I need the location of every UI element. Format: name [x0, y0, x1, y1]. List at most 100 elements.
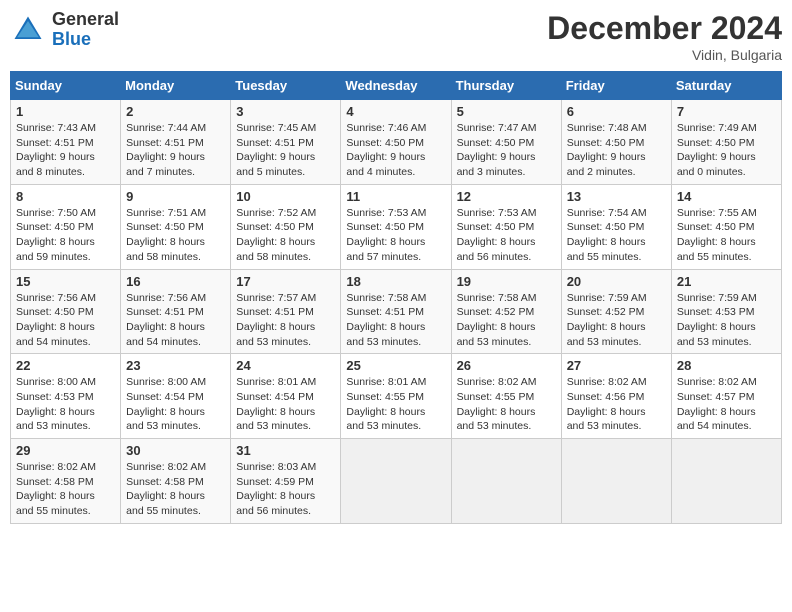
calendar-cell: 29Sunrise: 8:02 AMSunset: 4:58 PMDayligh… — [11, 439, 121, 524]
calendar-cell: 2Sunrise: 7:44 AMSunset: 4:51 PMDaylight… — [121, 100, 231, 185]
day-number: 26 — [457, 358, 556, 373]
calendar-cell: 6 Sunrise: 7:48 AMSunset: 4:50 PMDaylight… — [561, 100, 671, 185]
day-number: 17 — [236, 274, 335, 289]
day-number: 7 — [677, 104, 776, 119]
header-friday: Friday — [561, 72, 671, 100]
day-detail: Sunrise: 7:58 AMSunset: 4:52 PMDaylight:… — [457, 291, 556, 350]
day-number: 31 — [236, 443, 335, 458]
calendar-header-row: SundayMondayTuesdayWednesdayThursdayFrid… — [11, 72, 782, 100]
day-number: 11 — [346, 189, 445, 204]
title-section: December 2024 Vidin, Bulgaria — [547, 10, 782, 63]
day-detail: Sunrise: 7:56 AMSunset: 4:51 PMDaylight:… — [126, 291, 225, 350]
logo-icon — [10, 12, 46, 48]
calendar-week-1: 1 Sunrise: 7:43 AMSunset: 4:51 PMDaylight… — [11, 100, 782, 185]
day-detail: Sunrise: 8:03 AMSunset: 4:59 PMDaylight:… — [236, 460, 335, 519]
day-detail: Sunrise: 7:57 AMSunset: 4:51 PMDaylight:… — [236, 291, 335, 350]
day-number: 22 — [16, 358, 115, 373]
day-detail: Sunrise: 8:01 AMSunset: 4:54 PMDaylight:… — [236, 375, 335, 434]
day-number: 15 — [16, 274, 115, 289]
day-detail: Sunrise: 8:01 AMSunset: 4:55 PMDaylight:… — [346, 375, 445, 434]
day-detail: Sunrise: 8:02 AMSunset: 4:57 PMDaylight:… — [677, 375, 776, 434]
day-detail: Sunrise: 7:46 AMSunset: 4:50 PMDaylight:… — [346, 121, 445, 180]
calendar-cell: 14 Sunrise: 7:55 AMSunset: 4:50 PMDayligh… — [671, 184, 781, 269]
calendar-cell: 11 Sunrise: 7:53 AMSunset: 4:50 PMDayligh… — [341, 184, 451, 269]
day-number: 14 — [677, 189, 776, 204]
header-wednesday: Wednesday — [341, 72, 451, 100]
calendar-table: SundayMondayTuesdayWednesdayThursdayFrid… — [10, 71, 782, 524]
day-detail: Sunrise: 7:48 AMSunset: 4:50 PMDaylight:… — [567, 121, 666, 180]
calendar-cell: 22 Sunrise: 8:00 AMSunset: 4:53 PMDayligh… — [11, 354, 121, 439]
day-number: 21 — [677, 274, 776, 289]
day-detail: Sunrise: 7:55 AMSunset: 4:50 PMDaylight:… — [677, 206, 776, 265]
day-detail: Sunrise: 7:43 AMSunset: 4:51 PMDaylight:… — [16, 121, 115, 180]
calendar-cell: 5Sunrise: 7:47 AMSunset: 4:50 PMDaylight… — [451, 100, 561, 185]
calendar-cell — [451, 439, 561, 524]
day-detail: Sunrise: 7:53 AMSunset: 4:50 PMDaylight:… — [457, 206, 556, 265]
calendar-cell: 28 Sunrise: 8:02 AMSunset: 4:57 PMDayligh… — [671, 354, 781, 439]
day-detail: Sunrise: 7:49 AMSunset: 4:50 PMDaylight:… — [677, 121, 776, 180]
location: Vidin, Bulgaria — [547, 47, 782, 63]
calendar-week-4: 22 Sunrise: 8:00 AMSunset: 4:53 PMDayligh… — [11, 354, 782, 439]
day-detail: Sunrise: 8:00 AMSunset: 4:54 PMDaylight:… — [126, 375, 225, 434]
header-thursday: Thursday — [451, 72, 561, 100]
day-detail: Sunrise: 7:59 AMSunset: 4:53 PMDaylight:… — [677, 291, 776, 350]
calendar-cell: 26 Sunrise: 8:02 AMSunset: 4:55 PMDayligh… — [451, 354, 561, 439]
day-number: 30 — [126, 443, 225, 458]
day-number: 4 — [346, 104, 445, 119]
calendar-cell: 31 Sunrise: 8:03 AMSunset: 4:59 PMDayligh… — [231, 439, 341, 524]
day-detail: Sunrise: 7:54 AMSunset: 4:50 PMDaylight:… — [567, 206, 666, 265]
calendar-cell: 17 Sunrise: 7:57 AMSunset: 4:51 PMDayligh… — [231, 269, 341, 354]
day-detail: Sunrise: 7:50 AMSunset: 4:50 PMDaylight:… — [16, 206, 115, 265]
logo-text: General Blue — [52, 10, 119, 50]
day-detail: Sunrise: 8:02 AMSunset: 4:56 PMDaylight:… — [567, 375, 666, 434]
calendar-cell: 9 Sunrise: 7:51 AMSunset: 4:50 PMDaylight… — [121, 184, 231, 269]
calendar-cell — [671, 439, 781, 524]
day-number: 23 — [126, 358, 225, 373]
month-title: December 2024 — [547, 10, 782, 47]
day-number: 5 — [457, 104, 556, 119]
day-number: 2 — [126, 104, 225, 119]
day-detail: Sunrise: 8:00 AMSunset: 4:53 PMDaylight:… — [16, 375, 115, 434]
calendar-cell: 8 Sunrise: 7:50 AMSunset: 4:50 PMDaylight… — [11, 184, 121, 269]
calendar-cell: 20Sunrise: 7:59 AMSunset: 4:52 PMDayligh… — [561, 269, 671, 354]
day-number: 1 — [16, 104, 115, 119]
header-saturday: Saturday — [671, 72, 781, 100]
day-number: 27 — [567, 358, 666, 373]
day-number: 9 — [126, 189, 225, 204]
day-number: 20 — [567, 274, 666, 289]
day-detail: Sunrise: 7:53 AMSunset: 4:50 PMDaylight:… — [346, 206, 445, 265]
calendar-cell: 4 Sunrise: 7:46 AMSunset: 4:50 PMDaylight… — [341, 100, 451, 185]
day-number: 25 — [346, 358, 445, 373]
logo-blue: Blue — [52, 29, 91, 49]
calendar-cell: 12Sunrise: 7:53 AMSunset: 4:50 PMDayligh… — [451, 184, 561, 269]
day-number: 28 — [677, 358, 776, 373]
calendar-cell: 25 Sunrise: 8:01 AMSunset: 4:55 PMDayligh… — [341, 354, 451, 439]
day-detail: Sunrise: 7:45 AMSunset: 4:51 PMDaylight:… — [236, 121, 335, 180]
calendar-cell: 30 Sunrise: 8:02 AMSunset: 4:58 PMDayligh… — [121, 439, 231, 524]
day-number: 19 — [457, 274, 556, 289]
calendar-cell: 3Sunrise: 7:45 AMSunset: 4:51 PMDaylight… — [231, 100, 341, 185]
logo-general: General — [52, 9, 119, 29]
day-number: 13 — [567, 189, 666, 204]
day-detail: Sunrise: 7:51 AMSunset: 4:50 PMDaylight:… — [126, 206, 225, 265]
calendar-cell: 21 Sunrise: 7:59 AMSunset: 4:53 PMDayligh… — [671, 269, 781, 354]
calendar-cell: 1 Sunrise: 7:43 AMSunset: 4:51 PMDaylight… — [11, 100, 121, 185]
calendar-cell: 13 Sunrise: 7:54 AMSunset: 4:50 PMDayligh… — [561, 184, 671, 269]
calendar-cell: 18Sunrise: 7:58 AMSunset: 4:51 PMDayligh… — [341, 269, 451, 354]
header-tuesday: Tuesday — [231, 72, 341, 100]
calendar-cell: 15Sunrise: 7:56 AMSunset: 4:50 PMDayligh… — [11, 269, 121, 354]
calendar-cell: 10Sunrise: 7:52 AMSunset: 4:50 PMDayligh… — [231, 184, 341, 269]
day-detail: Sunrise: 8:02 AMSunset: 4:58 PMDaylight:… — [126, 460, 225, 519]
day-number: 6 — [567, 104, 666, 119]
day-number: 8 — [16, 189, 115, 204]
header-monday: Monday — [121, 72, 231, 100]
day-detail: Sunrise: 8:02 AMSunset: 4:55 PMDaylight:… — [457, 375, 556, 434]
day-detail: Sunrise: 7:58 AMSunset: 4:51 PMDaylight:… — [346, 291, 445, 350]
calendar-cell: 16Sunrise: 7:56 AMSunset: 4:51 PMDayligh… — [121, 269, 231, 354]
calendar-cell — [561, 439, 671, 524]
day-number: 10 — [236, 189, 335, 204]
calendar-week-2: 8 Sunrise: 7:50 AMSunset: 4:50 PMDaylight… — [11, 184, 782, 269]
header-sunday: Sunday — [11, 72, 121, 100]
calendar-week-3: 15Sunrise: 7:56 AMSunset: 4:50 PMDayligh… — [11, 269, 782, 354]
day-number: 24 — [236, 358, 335, 373]
